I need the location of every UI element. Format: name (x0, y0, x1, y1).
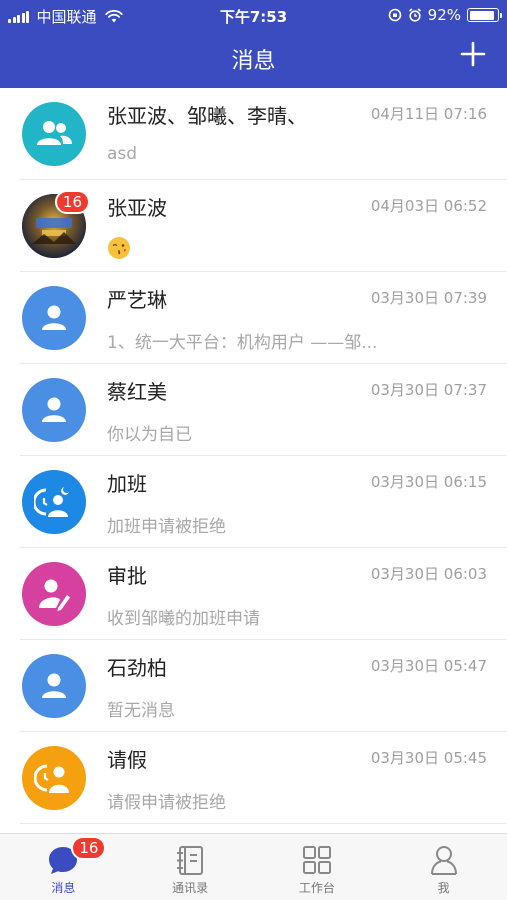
conversation-preview: 你以为自已 (107, 425, 192, 445)
conversation-name: 审批 (107, 564, 147, 588)
conversation-item[interactable]: 加班 03月30日 06:15 加班申请被拒绝 (0, 456, 507, 548)
conversation-preview: 暂无消息 (107, 701, 175, 721)
conversation-preview: asd (107, 144, 138, 164)
overtime-icon (22, 470, 86, 534)
group-icon (22, 102, 86, 166)
conversation-preview: 收到邹曦的加班申请 (107, 609, 260, 629)
battery-percent: 92% (427, 6, 461, 24)
conversation-name: 张亚波、邹曦、李晴、 (107, 104, 307, 128)
user-icon (430, 846, 457, 875)
conversation-list: 张亚波、邹曦、李晴、 04月11日 07:16 asd 16 张亚波 04月03… (0, 88, 507, 824)
conversation-name: 请假 (107, 748, 147, 772)
conversation-item[interactable]: 蔡红美 03月30日 07:37 你以为自已 (0, 364, 507, 456)
conversation-name: 严艺琳 (107, 288, 167, 312)
conversation-item[interactable]: 严艺琳 03月30日 07:39 1、统一大平台：机构用户 ——邹... (0, 272, 507, 364)
tab-workbench[interactable]: 工作台 (254, 834, 381, 900)
conversation-time: 03月30日 05:47 (370, 657, 487, 675)
photo-avatar: 16 (22, 190, 90, 258)
tab-label: 消息 (51, 881, 76, 895)
conversation-preview: 请假申请被拒绝 (107, 793, 226, 813)
kissing-face-emoji (108, 237, 130, 259)
plus-icon[interactable] (459, 40, 487, 68)
tab-label: 工作台 (298, 881, 335, 895)
conversation-time: 03月30日 07:37 (370, 381, 487, 399)
conversation-time: 03月30日 06:15 (370, 473, 487, 491)
conversation-time: 04月03日 06:52 (370, 197, 487, 215)
status-right: 92% (388, 6, 502, 24)
rotation-lock-icon (388, 8, 401, 22)
conversation-name: 张亚波 (107, 196, 167, 220)
conversation-time: 03月30日 07:39 (370, 289, 487, 307)
unread-badge: 16 (71, 836, 107, 860)
conversation-item[interactable]: 16 张亚波 04月03日 06:52 (0, 180, 507, 272)
tab-contacts[interactable]: 通讯录 (127, 834, 254, 900)
tab-label: 通讯录 (172, 881, 209, 895)
divider (20, 823, 507, 824)
approval-icon (22, 562, 86, 626)
person-icon (22, 654, 86, 718)
conversation-time: 04月11日 07:16 (370, 105, 487, 123)
leave-icon (22, 746, 86, 810)
tab-label: 我 (437, 881, 450, 895)
alarm-icon (408, 8, 421, 22)
tab-messages[interactable]: 16 消息 (0, 834, 127, 900)
person-icon (22, 286, 86, 350)
conversation-item[interactable]: 请假 03月30日 05:45 请假申请被拒绝 (0, 732, 507, 824)
conversation-preview: 1、统一大平台：机构用户 ——邹... (107, 333, 378, 353)
conversation-time: 03月30日 05:45 (370, 749, 487, 767)
app-header: 中国联通 下午7:53 92% 消息 (0, 0, 507, 88)
conversation-name: 蔡红美 (107, 380, 167, 404)
status-bar: 中国联通 下午7:53 92% (0, 0, 507, 30)
conversation-name: 加班 (107, 472, 147, 496)
contacts-book-icon (177, 846, 204, 875)
tab-me[interactable]: 我 (380, 834, 507, 900)
unread-badge: 16 (54, 190, 90, 214)
battery-icon (467, 8, 502, 22)
conversation-item[interactable]: 石劲柏 03月30日 05:47 暂无消息 (0, 640, 507, 732)
page-title: 消息 (231, 49, 276, 74)
conversation-item[interactable]: 审批 03月30日 06:03 收到邹曦的加班申请 (0, 548, 507, 640)
conversation-preview: 加班申请被拒绝 (107, 517, 226, 537)
nav-bar: 消息 (0, 30, 507, 88)
conversation-item[interactable]: 张亚波、邹曦、李晴、 04月11日 07:16 asd (0, 88, 507, 180)
tab-bar: 16 消息 通讯录 工作台 我 (0, 833, 507, 900)
conversation-time: 03月30日 06:03 (370, 565, 487, 583)
person-icon (22, 378, 86, 442)
grid-icon (302, 846, 331, 874)
conversation-name: 石劲柏 (107, 656, 167, 680)
